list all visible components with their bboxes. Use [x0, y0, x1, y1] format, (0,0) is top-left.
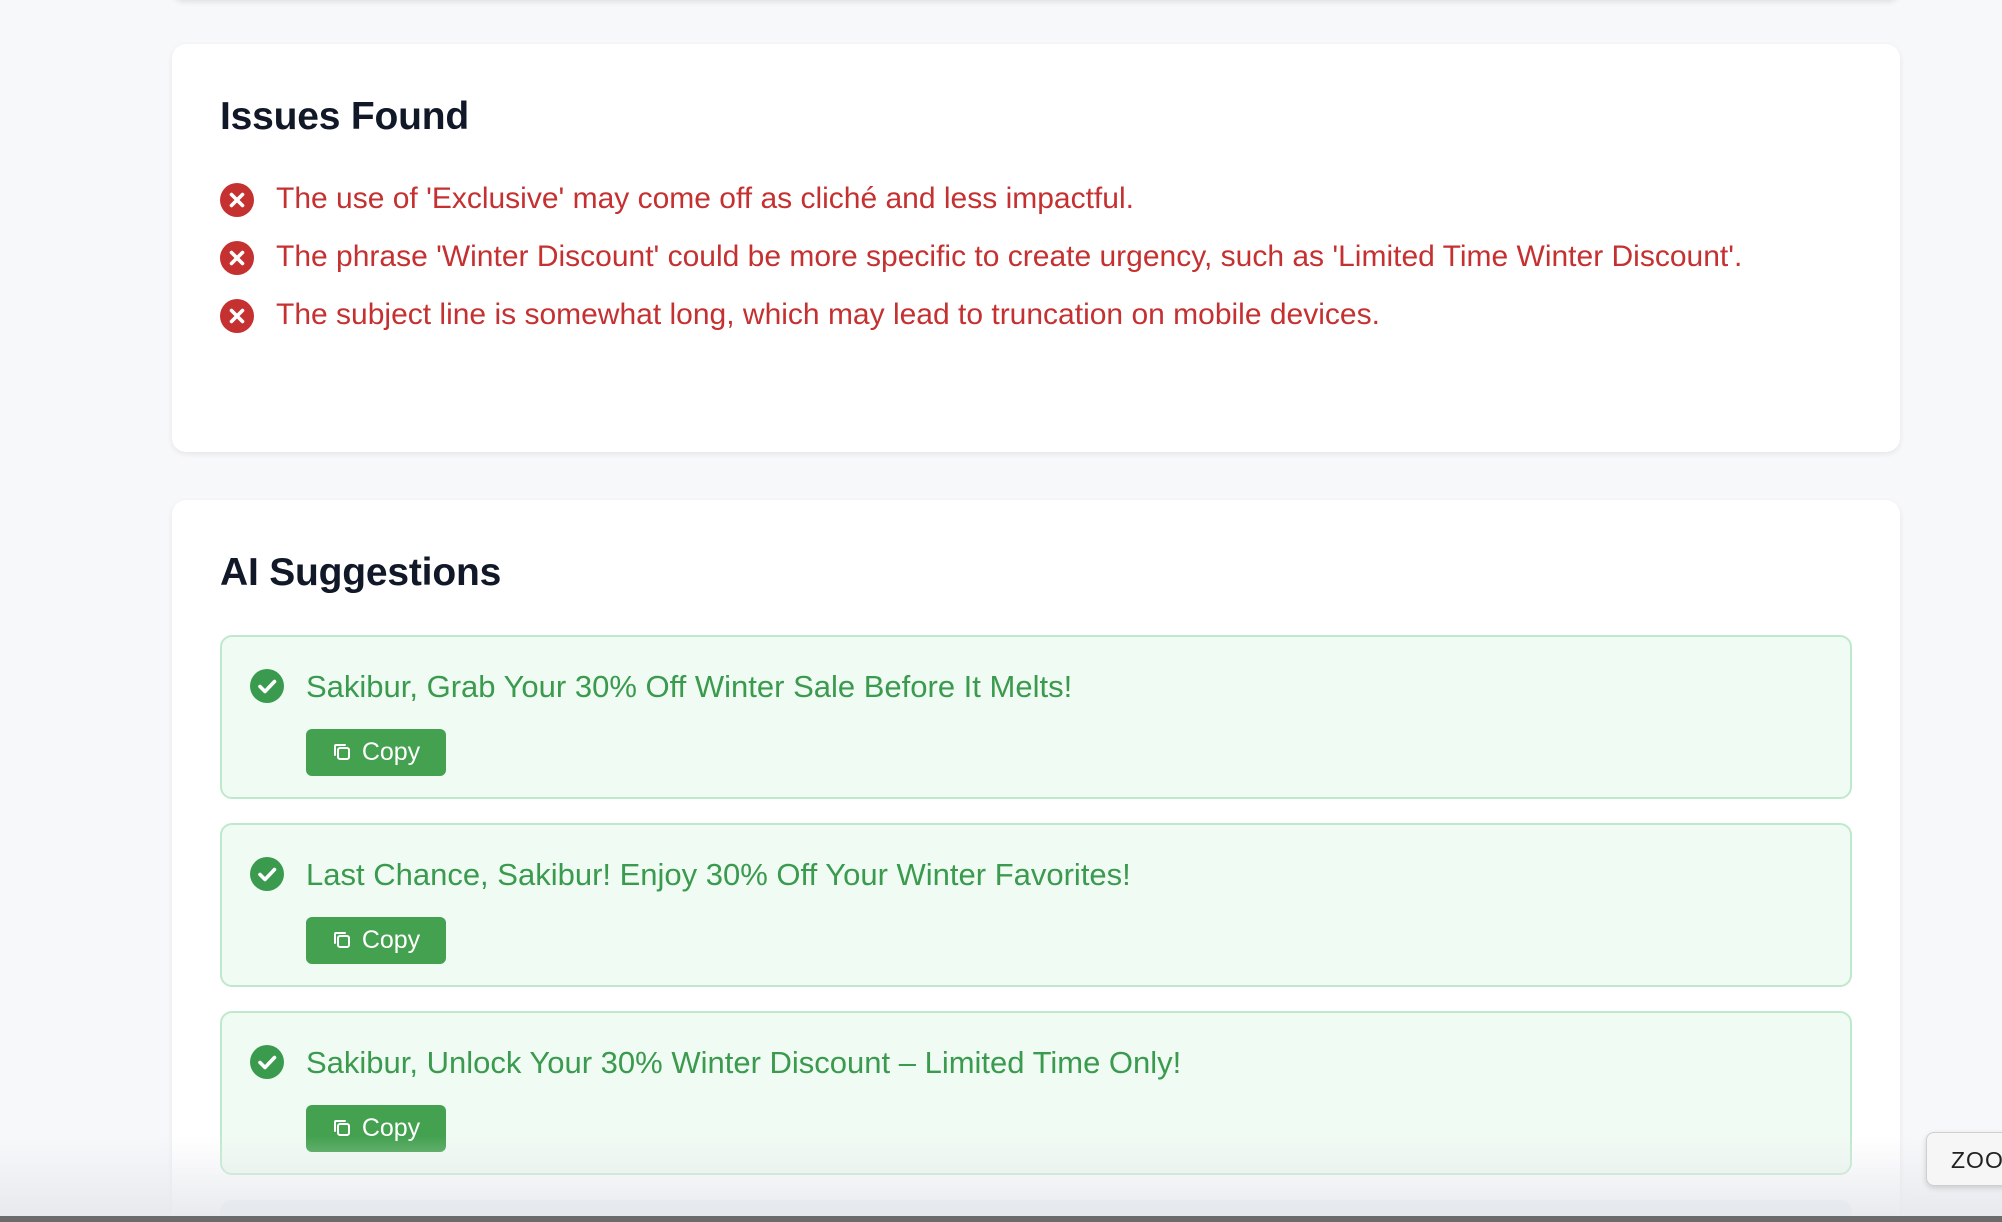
- error-circle-icon: [220, 240, 254, 275]
- check-circle-icon: [250, 1044, 284, 1079]
- suggestion-text: Sakibur, Grab Your 30% Off Winter Sale B…: [306, 668, 1073, 704]
- suggestion-body: Last Chance, Sakibur! Enjoy 30% Off Your…: [306, 855, 1131, 964]
- issue-text: The subject line is somewhat long, which…: [276, 297, 1380, 331]
- copy-button[interactable]: Copy: [306, 916, 446, 964]
- suggestion-text: Sakibur, Unlock Your 30% Winter Discount…: [306, 1044, 1182, 1080]
- suggestion-item: Sakibur, Grab Your 30% Off Winter Sale B…: [220, 634, 1852, 799]
- check-circle-icon: [250, 856, 284, 891]
- zoom-tooltip[interactable]: ZOOM: [1926, 1132, 2002, 1186]
- issue-text: The use of 'Exclusive' may come off as c…: [276, 181, 1134, 215]
- issue-text: The phrase 'Winter Discount' could be mo…: [276, 239, 1743, 273]
- copy-button-label: Copy: [361, 925, 421, 954]
- check-circle-icon: [250, 668, 284, 703]
- window-bottom-border: [0, 1216, 2002, 1222]
- zoom-label: ZOOM: [1951, 1147, 2002, 1173]
- copy-icon: [333, 932, 350, 949]
- suggestion-text: Last Chance, Sakibur! Enjoy 30% Off Your…: [306, 856, 1131, 892]
- suggestion-item: Last Chance, Sakibur! Enjoy 30% Off Your…: [220, 822, 1852, 987]
- suggestions-list: Sakibur, Grab Your 30% Off Winter Sale B…: [220, 634, 1852, 1175]
- issues-card: Issues Found The use of 'Exclusive' may …: [172, 44, 1900, 452]
- suggestions-card: AI Suggestions Sakibur, Grab Your 30% Of…: [172, 500, 1900, 1222]
- error-circle-icon: [220, 182, 254, 217]
- page: Issues Found The use of 'Exclusive' may …: [0, 0, 2002, 1222]
- issues-list: The use of 'Exclusive' may come off as c…: [220, 181, 1852, 339]
- suggestion-body: Sakibur, Grab Your 30% Off Winter Sale B…: [306, 667, 1072, 776]
- copy-icon: [333, 744, 350, 761]
- copy-button-label: Copy: [361, 737, 421, 766]
- issue-item: The phrase 'Winter Discount' could be mo…: [220, 239, 1852, 281]
- suggestions-title: AI Suggestions: [220, 551, 502, 594]
- copy-button[interactable]: Copy: [306, 728, 446, 776]
- scroll-fade: [0, 1136, 2002, 1216]
- issues-title: Issues Found: [220, 95, 469, 138]
- error-circle-icon: [220, 298, 254, 333]
- issue-item: The subject line is somewhat long, which…: [220, 297, 1852, 339]
- issue-item: The use of 'Exclusive' may come off as c…: [220, 181, 1852, 223]
